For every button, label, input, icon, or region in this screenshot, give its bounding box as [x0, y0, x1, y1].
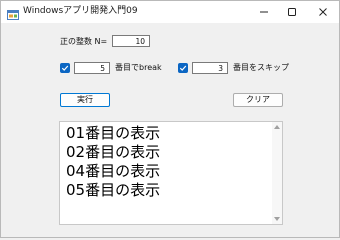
n-label: 正の整数 N=: [60, 37, 108, 46]
break-label: 番目でbreak: [115, 63, 162, 72]
skip-input[interactable]: [192, 62, 228, 74]
minimize-icon: [260, 11, 268, 13]
skip-checkbox[interactable]: [178, 63, 188, 73]
app-window: Windowsアプリ開発入門09 正の整数 N= 番目でbreak 番目をスキッ…: [0, 0, 340, 238]
maximize-icon: [288, 8, 296, 16]
output-line: 04番目の表示: [66, 162, 161, 180]
output-line: 02番目の表示: [66, 143, 161, 161]
vertical-scrollbar[interactable]: [272, 122, 282, 224]
form-app-icon: [7, 6, 19, 20]
maximize-button[interactable]: [278, 1, 306, 23]
title-bar[interactable]: Windowsアプリ開発入門09: [1, 1, 339, 23]
output-line: 01番目の表示: [66, 124, 161, 142]
output-textbox[interactable]: 01番目の表示 02番目の表示 04番目の表示 05番目の表示: [59, 121, 283, 225]
window-title: Windowsアプリ開発入門09: [23, 6, 138, 16]
break-checkbox[interactable]: [60, 63, 70, 73]
close-icon: [319, 8, 327, 16]
scroll-down-icon[interactable]: [274, 217, 280, 221]
output-lines: 01番目の表示 02番目の表示 04番目の表示 05番目の表示: [66, 124, 160, 200]
scroll-up-icon[interactable]: [274, 125, 280, 129]
run-button[interactable]: 実行: [60, 93, 110, 107]
close-button[interactable]: [309, 1, 337, 23]
output-line: 05番目の表示: [66, 181, 161, 199]
checkmark-icon: [61, 65, 69, 71]
n-input[interactable]: [112, 35, 150, 47]
checkmark-icon: [179, 65, 187, 71]
break-input[interactable]: [74, 62, 110, 74]
clear-button[interactable]: クリア: [233, 93, 283, 107]
minimize-button[interactable]: [250, 1, 278, 23]
skip-label: 番目をスキップ: [233, 63, 289, 72]
